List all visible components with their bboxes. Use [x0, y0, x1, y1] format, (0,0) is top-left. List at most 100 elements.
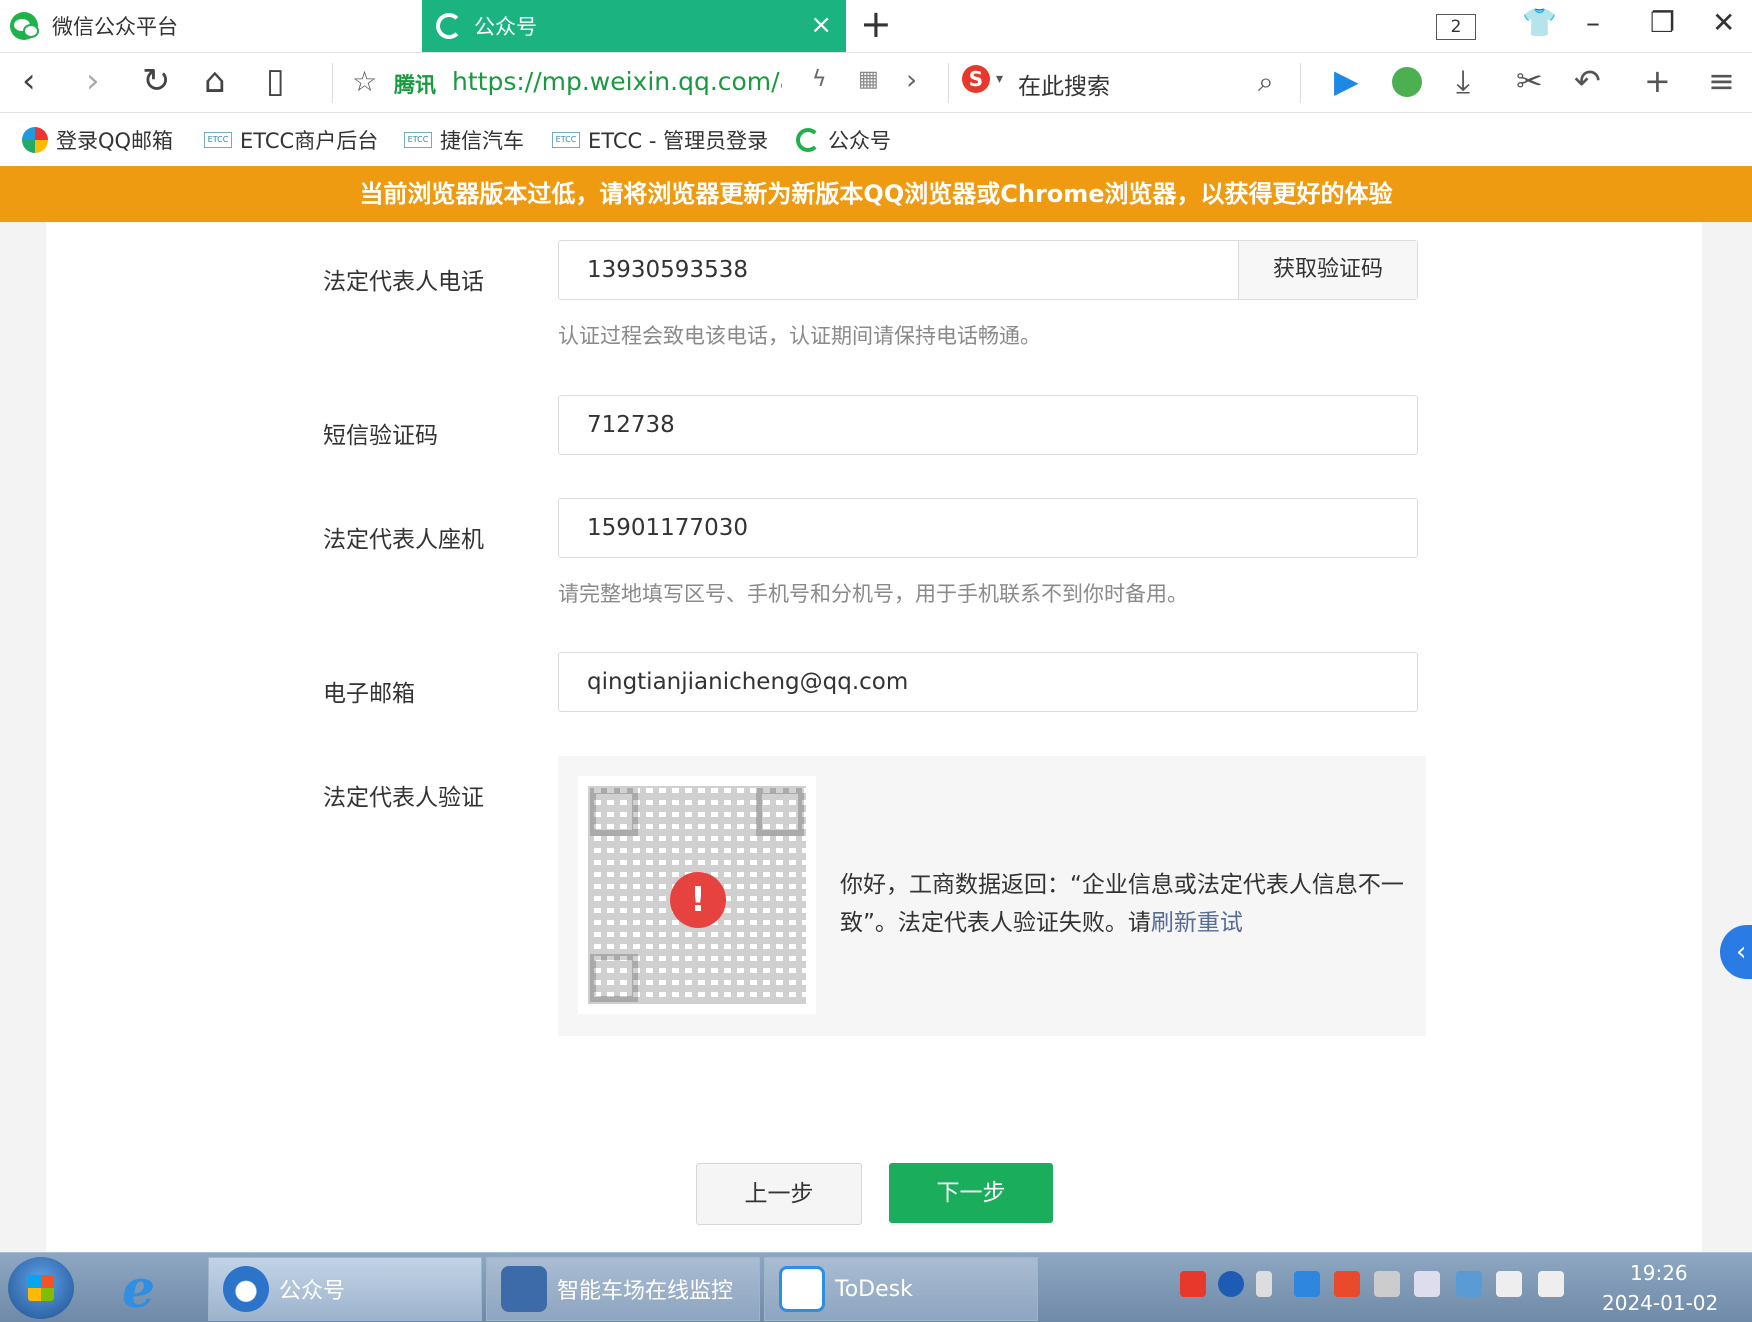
- landline-label: 法定代表人座机: [323, 527, 484, 553]
- reload-icon[interactable]: ↻: [142, 61, 171, 101]
- bookmark-etcc-merchant[interactable]: ETCC ETCC商户后台: [204, 125, 378, 155]
- screenshot-cut-icon[interactable]: ✂: [1516, 61, 1543, 101]
- address-brand-label: 腾讯: [394, 73, 436, 97]
- close-window-button[interactable]: ✕: [1712, 6, 1735, 39]
- retry-link[interactable]: 刷新重试: [1151, 910, 1243, 936]
- verify-label: 法定代表人验证: [323, 785, 484, 811]
- tray-arrow-icon[interactable]: [1256, 1271, 1272, 1297]
- ie-browser-icon[interactable]: e: [122, 1259, 155, 1320]
- menu-icon[interactable]: ≡: [1708, 61, 1735, 101]
- todesk-icon: [779, 1266, 825, 1312]
- video-play-icon[interactable]: ▶: [1334, 61, 1359, 101]
- flash-icon[interactable]: ϟ: [812, 67, 827, 92]
- email-value: qingtianjianicheng@qq.com: [587, 669, 909, 695]
- tab-count-badge[interactable]: 2: [1436, 14, 1476, 40]
- bookmark-jiexin[interactable]: ETCC 捷信汽车: [404, 125, 524, 155]
- taskbar-label: 公众号: [279, 1279, 346, 1304]
- taskbar-item-todesk[interactable]: ToDesk: [764, 1257, 1038, 1321]
- verify-panel: ! 你好，工商数据返回：“企业信息或法定代表人信息不一致”。法定代表人验证失败。…: [558, 756, 1426, 1036]
- taskbar-label: ToDesk: [835, 1276, 913, 1302]
- taskbar-item-parking-monitor[interactable]: 智能车场在线监控: [486, 1257, 760, 1321]
- browser-outdated-banner: 当前浏览器版本过低，请将浏览器更新为新版本QQ浏览器或Chrome浏览器，以获得…: [0, 166, 1752, 222]
- gongzhonghao-icon: [796, 128, 820, 152]
- gongzhonghao-icon: [436, 13, 462, 39]
- error-icon: !: [670, 872, 726, 928]
- side-collapse-tab[interactable]: ‹: [1720, 925, 1752, 979]
- next-step-button[interactable]: 下一步: [889, 1163, 1053, 1223]
- qq-browser-icon: [223, 1266, 269, 1312]
- email-label: 电子邮箱: [323, 681, 415, 707]
- browser-navbar: ‹ › ↻ ⌂ ▯ ☆ 腾讯 https://mp.weixin.qq.com/…: [0, 53, 1752, 113]
- wechat-icon: [10, 12, 39, 40]
- car-monitor-icon: [501, 1266, 547, 1312]
- phone-field[interactable]: 13930593538 获取验证码: [558, 240, 1418, 300]
- tab-weixin-platform[interactable]: 微信公众平台: [0, 0, 420, 52]
- etcc-icon: ETCC: [204, 132, 232, 148]
- form-panel: [46, 222, 1702, 1252]
- volume-icon[interactable]: [1414, 1271, 1440, 1297]
- shirt-skin-icon[interactable]: 👕: [1522, 6, 1557, 39]
- email-field[interactable]: qingtianjianicheng@qq.com: [558, 652, 1418, 712]
- phone-label: 法定代表人电话: [323, 269, 484, 295]
- network-icon[interactable]: [1496, 1271, 1522, 1297]
- close-tab-icon[interactable]: ×: [810, 10, 832, 40]
- start-button[interactable]: [8, 1257, 74, 1319]
- go-icon[interactable]: ›: [906, 63, 917, 96]
- error-text: 你好，工商数据返回：“企业信息或法定代表人信息不一致”。法定代表人验证失败。请: [840, 872, 1404, 936]
- qr-corner: [756, 788, 804, 836]
- minimize-button[interactable]: –: [1586, 6, 1600, 39]
- bookmark-label: 捷信汽车: [440, 129, 524, 153]
- sms-code-value: 712738: [587, 412, 675, 438]
- tray-network-icon[interactable]: [1456, 1271, 1482, 1297]
- star-bookmark-icon[interactable]: ☆: [352, 65, 377, 98]
- get-code-button[interactable]: 获取验证码: [1238, 241, 1417, 299]
- add-icon[interactable]: +: [1644, 61, 1671, 101]
- qr-corner: [590, 954, 638, 1002]
- home-icon[interactable]: ⌂: [204, 61, 226, 101]
- qr-code-image: !: [578, 776, 816, 1014]
- tray-flag-icon[interactable]: [1334, 1271, 1360, 1297]
- bookmark-gongzhonghao[interactable]: 公众号: [796, 125, 891, 155]
- tab-gongzhonghao[interactable]: 公众号 ×: [422, 0, 846, 52]
- restore-button[interactable]: ❐: [1650, 6, 1675, 39]
- qr-code-icon[interactable]: ▦: [858, 67, 879, 92]
- back-icon[interactable]: ‹: [22, 61, 36, 101]
- mute-icon[interactable]: [1538, 1271, 1564, 1297]
- sms-code-field[interactable]: 712738: [558, 395, 1418, 455]
- clock-time[interactable]: 19:26: [1630, 1261, 1688, 1285]
- undo-icon[interactable]: ↶: [1574, 61, 1601, 101]
- reader-icon[interactable]: ▯: [266, 61, 285, 101]
- forward-icon[interactable]: ›: [86, 61, 100, 101]
- search-input[interactable]: 在此搜索: [1018, 67, 1110, 101]
- prev-step-button[interactable]: 上一步: [696, 1163, 862, 1225]
- sms-code-label: 短信验证码: [323, 423, 438, 449]
- bookmarks-bar: 登录QQ邮箱 ETCC ETCC商户后台 ETCC 捷信汽车 ETCC ETCC…: [0, 113, 1752, 167]
- bookmark-label: ETCC商户后台: [240, 129, 379, 153]
- new-tab-button[interactable]: +: [860, 4, 892, 44]
- phone-value: 13930593538: [587, 257, 748, 283]
- clock-date[interactable]: 2024-01-02: [1602, 1291, 1718, 1315]
- download-icon[interactable]: ⤓: [1456, 61, 1470, 101]
- landline-value: 15901177030: [587, 515, 748, 541]
- landline-field[interactable]: 15901177030: [558, 498, 1418, 558]
- bookmark-label: 公众号: [828, 129, 891, 153]
- phone-hint: 认证过程会致电该电话，认证期间请保持电话畅通。: [558, 324, 1041, 348]
- tray-device-icon[interactable]: [1374, 1271, 1400, 1297]
- etcc-icon: ETCC: [404, 132, 432, 148]
- bookmark-qq-mail[interactable]: 登录QQ邮箱: [22, 125, 173, 155]
- search-icon[interactable]: ⌕: [1258, 65, 1274, 99]
- windows-taskbar: e 公众号 智能车场在线监控 ToDesk 19:26 2024-01-02: [0, 1252, 1752, 1322]
- address-input[interactable]: https://mp.weixin.qq.com/acct,: [452, 67, 782, 96]
- tab-title: 公众号: [474, 15, 537, 39]
- sogou-search-icon[interactable]: S: [962, 65, 990, 93]
- help-icon[interactable]: [1218, 1271, 1244, 1297]
- tab-title: 微信公众平台: [52, 15, 178, 39]
- bookmark-etcc-admin[interactable]: ETCC ETCC - 管理员登录: [552, 125, 768, 155]
- qq-mail-icon: [22, 127, 48, 153]
- wechat-icon[interactable]: [1392, 67, 1422, 97]
- sogou-ime-icon[interactable]: [1180, 1271, 1206, 1297]
- tray-app-icon[interactable]: [1294, 1271, 1320, 1297]
- divider: [1300, 63, 1301, 103]
- taskbar-item-gongzhonghao[interactable]: 公众号: [208, 1257, 482, 1321]
- chevron-down-icon[interactable]: ▾: [996, 71, 1003, 87]
